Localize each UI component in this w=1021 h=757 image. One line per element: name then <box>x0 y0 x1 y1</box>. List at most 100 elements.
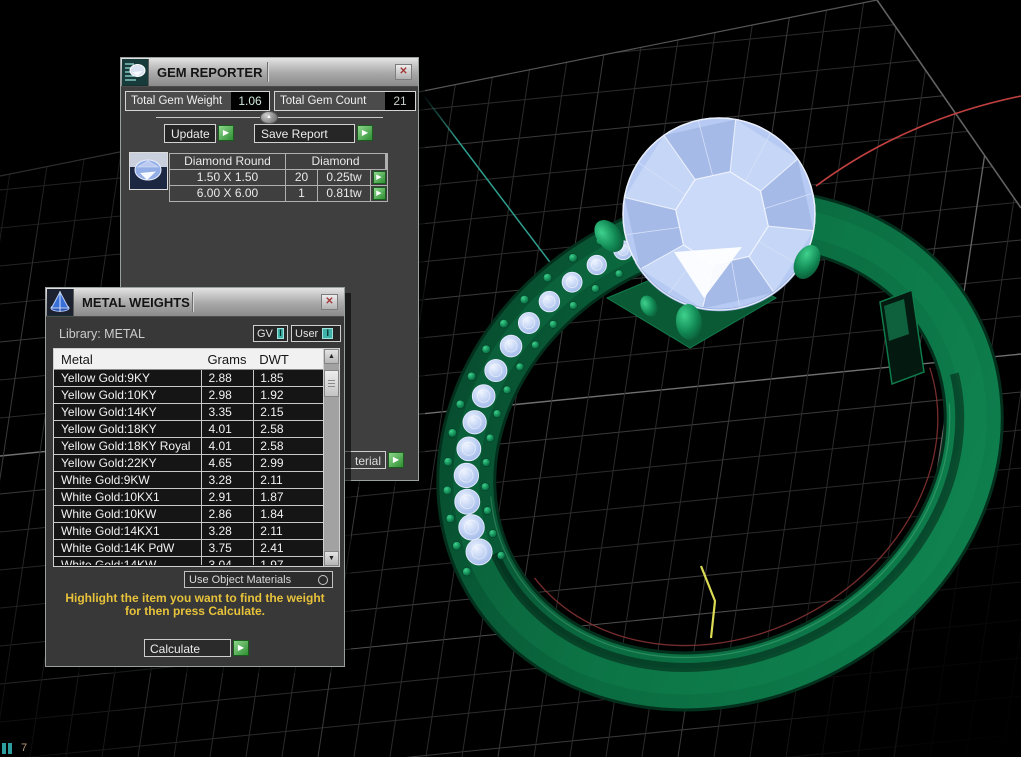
table-row[interactable]: Yellow Gold:18KY Royal 4.01 2.58 <box>54 438 323 455</box>
dwt-column-header: DWT <box>259 352 289 367</box>
metal-grams: 3.35 <box>201 404 253 420</box>
metal-dwt: 1.85 <box>253 370 323 386</box>
metal-table: Metal Grams DWT Yellow Gold:9KY 2.88 1.85 Y… <box>53 348 340 567</box>
update-button[interactable]: Update ▶ <box>164 124 234 143</box>
gem-row-arrow-cell: ▶ <box>371 170 387 185</box>
instruction-text: Highlight the item you want to find the … <box>46 592 344 618</box>
metal-dwt: 2.41 <box>253 540 323 556</box>
metal-column-header: Metal <box>61 352 93 367</box>
metal-grams: 2.88 <box>201 370 253 386</box>
table-row[interactable]: Yellow Gold:18KY 4.01 2.58 <box>54 421 323 438</box>
user-toggle-button[interactable]: User I <box>291 325 341 342</box>
gem-table-row[interactable]: 1.50 X 1.50 20 0.25tw ▶ <box>169 170 388 186</box>
metal-grams: 3.28 <box>201 523 253 539</box>
pause-bar-icon <box>2 743 6 754</box>
metal-weights-title: METAL WEIGHTS <box>82 295 190 310</box>
total-gem-weight-value: 1.06 <box>231 92 269 110</box>
corner-numeral: 7 <box>21 742 28 754</box>
metal-grams: 2.86 <box>201 506 253 522</box>
metal-dwt: 2.11 <box>253 523 323 539</box>
gem-table-row[interactable]: 6.00 X 6.00 1 0.81tw ▶ <box>169 186 388 202</box>
metal-name: Yellow Gold:14KY <box>61 405 157 419</box>
run-arrow-icon[interactable]: ▶ <box>218 125 234 141</box>
metal-name: White Gold:14KX1 <box>61 524 160 538</box>
save-report-button[interactable]: Save Report ▶ <box>254 124 373 143</box>
table-row[interactable]: Yellow Gold:14KY 3.35 2.15 <box>54 404 323 421</box>
gem-row-arrow-cell: ▶ <box>371 186 387 201</box>
metal-table-body: Yellow Gold:9KY 2.88 1.85 Yellow Gold:10KY 2… <box>54 370 339 565</box>
metal-grams: 3.04 <box>201 557 253 565</box>
close-icon[interactable]: ✕ <box>395 64 412 80</box>
collapse-arrow-icon[interactable]: ▲ <box>260 111 278 124</box>
scroll-up-icon[interactable]: ▲ <box>324 349 339 364</box>
total-gem-count-field: Total Gem Count 21 <box>274 91 416 111</box>
table-row[interactable]: White Gold:9KW 3.28 2.11 <box>54 472 323 489</box>
metal-grams: 2.91 <box>201 489 253 505</box>
use-object-materials-label: Use Object Materials <box>189 573 292 586</box>
metal-name: White Gold:10KX1 <box>61 490 160 504</box>
metal-name: White Gold:14K PdW <box>61 541 175 555</box>
table-row[interactable]: White Gold:14KW 3.04 1.97 <box>54 557 323 565</box>
toggle-indicator-icon: I <box>322 328 334 339</box>
metal-grams: 4.01 <box>201 421 253 437</box>
table-row[interactable]: Yellow Gold:22KY 4.65 2.99 <box>54 455 323 472</box>
table-row[interactable]: White Gold:10KW 2.86 1.84 <box>54 506 323 523</box>
row-detail-arrow-icon[interactable]: ▶ <box>372 171 386 184</box>
metal-grams: 2.98 <box>201 387 253 403</box>
scrollbar[interactable]: ▲ ▼ <box>323 349 339 566</box>
save-report-button-label: Save Report <box>254 124 355 143</box>
metal-name: Yellow Gold:10KY <box>61 388 157 402</box>
table-row[interactable]: White Gold:14KX1 3.28 2.11 <box>54 523 323 540</box>
gem-material-header: Diamond <box>286 154 385 169</box>
table-row[interactable]: White Gold:10KX1 2.91 1.87 <box>54 489 323 506</box>
gem-size: 6.00 X 6.00 <box>170 186 285 201</box>
toggle-indicator-icon: I <box>276 328 284 339</box>
gem-reporter-titlebar[interactable]: GEM REPORTER ✕ <box>121 58 418 87</box>
gem-type-header: Diamond Round <box>170 154 285 169</box>
scrollbar-thumb[interactable] <box>324 370 339 397</box>
calculate-button-label: Calculate <box>144 639 231 657</box>
table-row[interactable]: White Gold:14K PdW 3.75 2.41 <box>54 540 323 557</box>
total-gem-count-value: 21 <box>385 92 415 110</box>
use-object-materials-button[interactable]: Use Object Materials <box>184 571 333 588</box>
total-gem-count-label: Total Gem Count <box>280 95 367 107</box>
weight-cone-icon <box>47 289 74 316</box>
metal-weights-titlebar[interactable]: METAL WEIGHTS ✕ <box>46 288 344 317</box>
gem-preview-image[interactable] <box>129 152 168 190</box>
metal-dwt: 2.58 <box>253 438 323 454</box>
metal-name: White Gold:14KW <box>61 558 157 565</box>
scroll-down-icon[interactable]: ▼ <box>324 551 339 566</box>
gem-reporter-title: GEM REPORTER <box>157 65 263 80</box>
metal-name: White Gold:10KW <box>61 507 157 521</box>
close-icon[interactable]: ✕ <box>321 294 338 310</box>
gem-table-header: Diamond Round Diamond <box>169 153 388 170</box>
metal-dwt: 1.84 <box>253 506 323 522</box>
run-arrow-icon[interactable]: ▶ <box>357 125 373 141</box>
metal-weights-window: METAL WEIGHTS ✕ Library: METAL GV I User… <box>45 287 345 667</box>
user-label: User <box>295 327 319 340</box>
instruction-line-2: for then press Calculate. <box>124 604 266 618</box>
calculate-button[interactable]: Calculate ▶ <box>144 639 249 657</box>
selected-curve-tick <box>699 565 717 639</box>
titlebar-divider <box>192 292 193 312</box>
table-row[interactable]: Yellow Gold:9KY 2.88 1.85 <box>54 370 323 387</box>
gem-count: 20 <box>286 170 317 185</box>
metal-table-header: Metal Grams DWT <box>54 349 323 370</box>
gv-label: GV <box>257 327 273 340</box>
metal-dwt: 2.11 <box>253 472 323 488</box>
metal-grams: 4.65 <box>201 455 253 471</box>
row-detail-arrow-icon[interactable]: ▶ <box>372 187 386 200</box>
library-label: Library: METAL <box>59 327 145 341</box>
gem-size: 1.50 X 1.50 <box>170 170 285 185</box>
metal-grams: 3.75 <box>201 540 253 556</box>
center-diamond[interactable] <box>622 117 816 312</box>
table-row[interactable]: Yellow Gold:10KY 2.98 1.92 <box>54 387 323 404</box>
gem-count: 1 <box>286 186 317 201</box>
metal-dwt: 1.87 <box>253 489 323 505</box>
metal-dwt: 1.97 <box>253 557 323 565</box>
total-gem-weight-field: Total Gem Weight 1.06 <box>125 91 270 111</box>
run-arrow-icon[interactable]: ▶ <box>388 452 404 468</box>
gv-toggle-button[interactable]: GV I <box>253 325 288 342</box>
pause-bar-icon <box>8 743 12 754</box>
run-arrow-icon[interactable]: ▶ <box>233 640 249 656</box>
